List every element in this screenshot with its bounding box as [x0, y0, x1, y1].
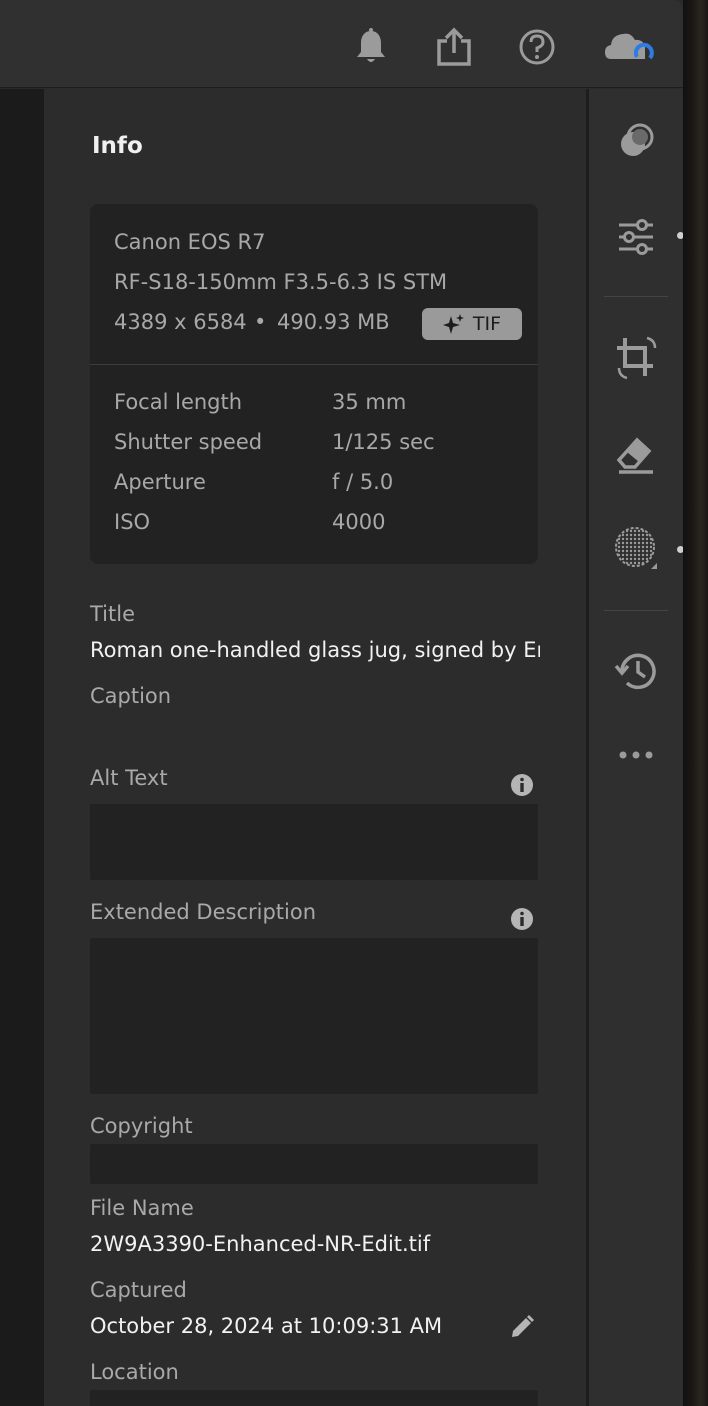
file-size: 490.93 MB: [277, 310, 390, 334]
caption-field[interactable]: [90, 720, 540, 748]
exif-label: ISO: [114, 510, 151, 534]
versions-history-icon[interactable]: [611, 646, 661, 696]
lens-model: RF-S18-150mm F3.5-6.3 IS STM: [114, 270, 448, 294]
card-divider: [90, 364, 538, 365]
tool-separator: [604, 610, 668, 611]
panel-title: Info: [92, 133, 143, 159]
captured-label: Captured: [90, 1278, 187, 1302]
file-name-value: 2W9A3390-Enhanced-NR-Edit.tif: [90, 1232, 431, 1256]
exif-label: Focal length: [114, 390, 243, 414]
sparkle-icon: [442, 314, 464, 334]
captured-value: October 28, 2024 at 10:09:31 AM: [90, 1314, 443, 1338]
more-icon[interactable]: [611, 730, 661, 780]
camera-model: Canon EOS R7: [114, 230, 266, 254]
edit-sliders-icon[interactable]: [611, 212, 661, 262]
cloud-sync-icon[interactable]: [603, 27, 657, 67]
extended-description-label: Extended Description: [90, 900, 317, 924]
bell-icon[interactable]: [351, 27, 391, 67]
extended-description-input[interactable]: [90, 938, 538, 1094]
tool-separator: [604, 296, 668, 297]
info-panel: Info Canon EOS R7 RF-S18-150mm F3.5-6.3 …: [44, 89, 586, 1406]
location-label: Location: [90, 1360, 179, 1384]
copyright-label: Copyright: [90, 1114, 193, 1138]
masking-icon[interactable]: [611, 523, 661, 573]
exif-label: Shutter speed: [114, 430, 263, 454]
presets-icon[interactable]: [611, 116, 661, 166]
file-name-label: File Name: [90, 1196, 194, 1220]
exif-value: 4000: [332, 510, 386, 534]
edit-indicator-dot: [677, 232, 683, 239]
exif-label: Aperture: [114, 470, 206, 494]
alt-text-input[interactable]: [90, 804, 538, 880]
title-field[interactable]: Roman one-handled glass jug, signed by E…: [90, 638, 540, 662]
format-badge: TIF: [422, 308, 522, 340]
background-photo-edge: [683, 0, 708, 1406]
extended-description-info-icon[interactable]: [510, 907, 534, 931]
format-label: TIF: [472, 313, 502, 335]
app-window: Info Canon EOS R7 RF-S18-150mm F3.5-6.3 …: [0, 0, 683, 1406]
copyright-input[interactable]: [90, 1144, 538, 1184]
alt-text-label: Alt Text: [90, 766, 168, 790]
crop-icon[interactable]: [611, 333, 661, 383]
top-bar: [0, 0, 683, 88]
alt-text-info-icon[interactable]: [510, 773, 534, 797]
filmstrip-edge: [0, 89, 44, 1406]
share-icon[interactable]: [434, 27, 474, 67]
exif-value: f / 5.0: [332, 470, 394, 494]
help-icon[interactable]: [517, 27, 557, 67]
edit-date-pencil-icon[interactable]: [508, 1313, 536, 1341]
image-dimensions: 4389 x 6584: [114, 310, 247, 334]
title-label: Title: [90, 602, 136, 626]
exif-value: 1/125 sec: [332, 430, 435, 454]
separator-bullet: •: [254, 310, 267, 334]
tool-strip: [589, 89, 683, 1406]
caption-label: Caption: [90, 684, 172, 708]
healing-eraser-icon[interactable]: [611, 430, 661, 480]
masking-indicator-dot: [677, 546, 683, 553]
location-input[interactable]: [90, 1390, 538, 1406]
exif-value: 35 mm: [332, 390, 407, 414]
camera-info-card: Canon EOS R7 RF-S18-150mm F3.5-6.3 IS ST…: [90, 204, 538, 564]
